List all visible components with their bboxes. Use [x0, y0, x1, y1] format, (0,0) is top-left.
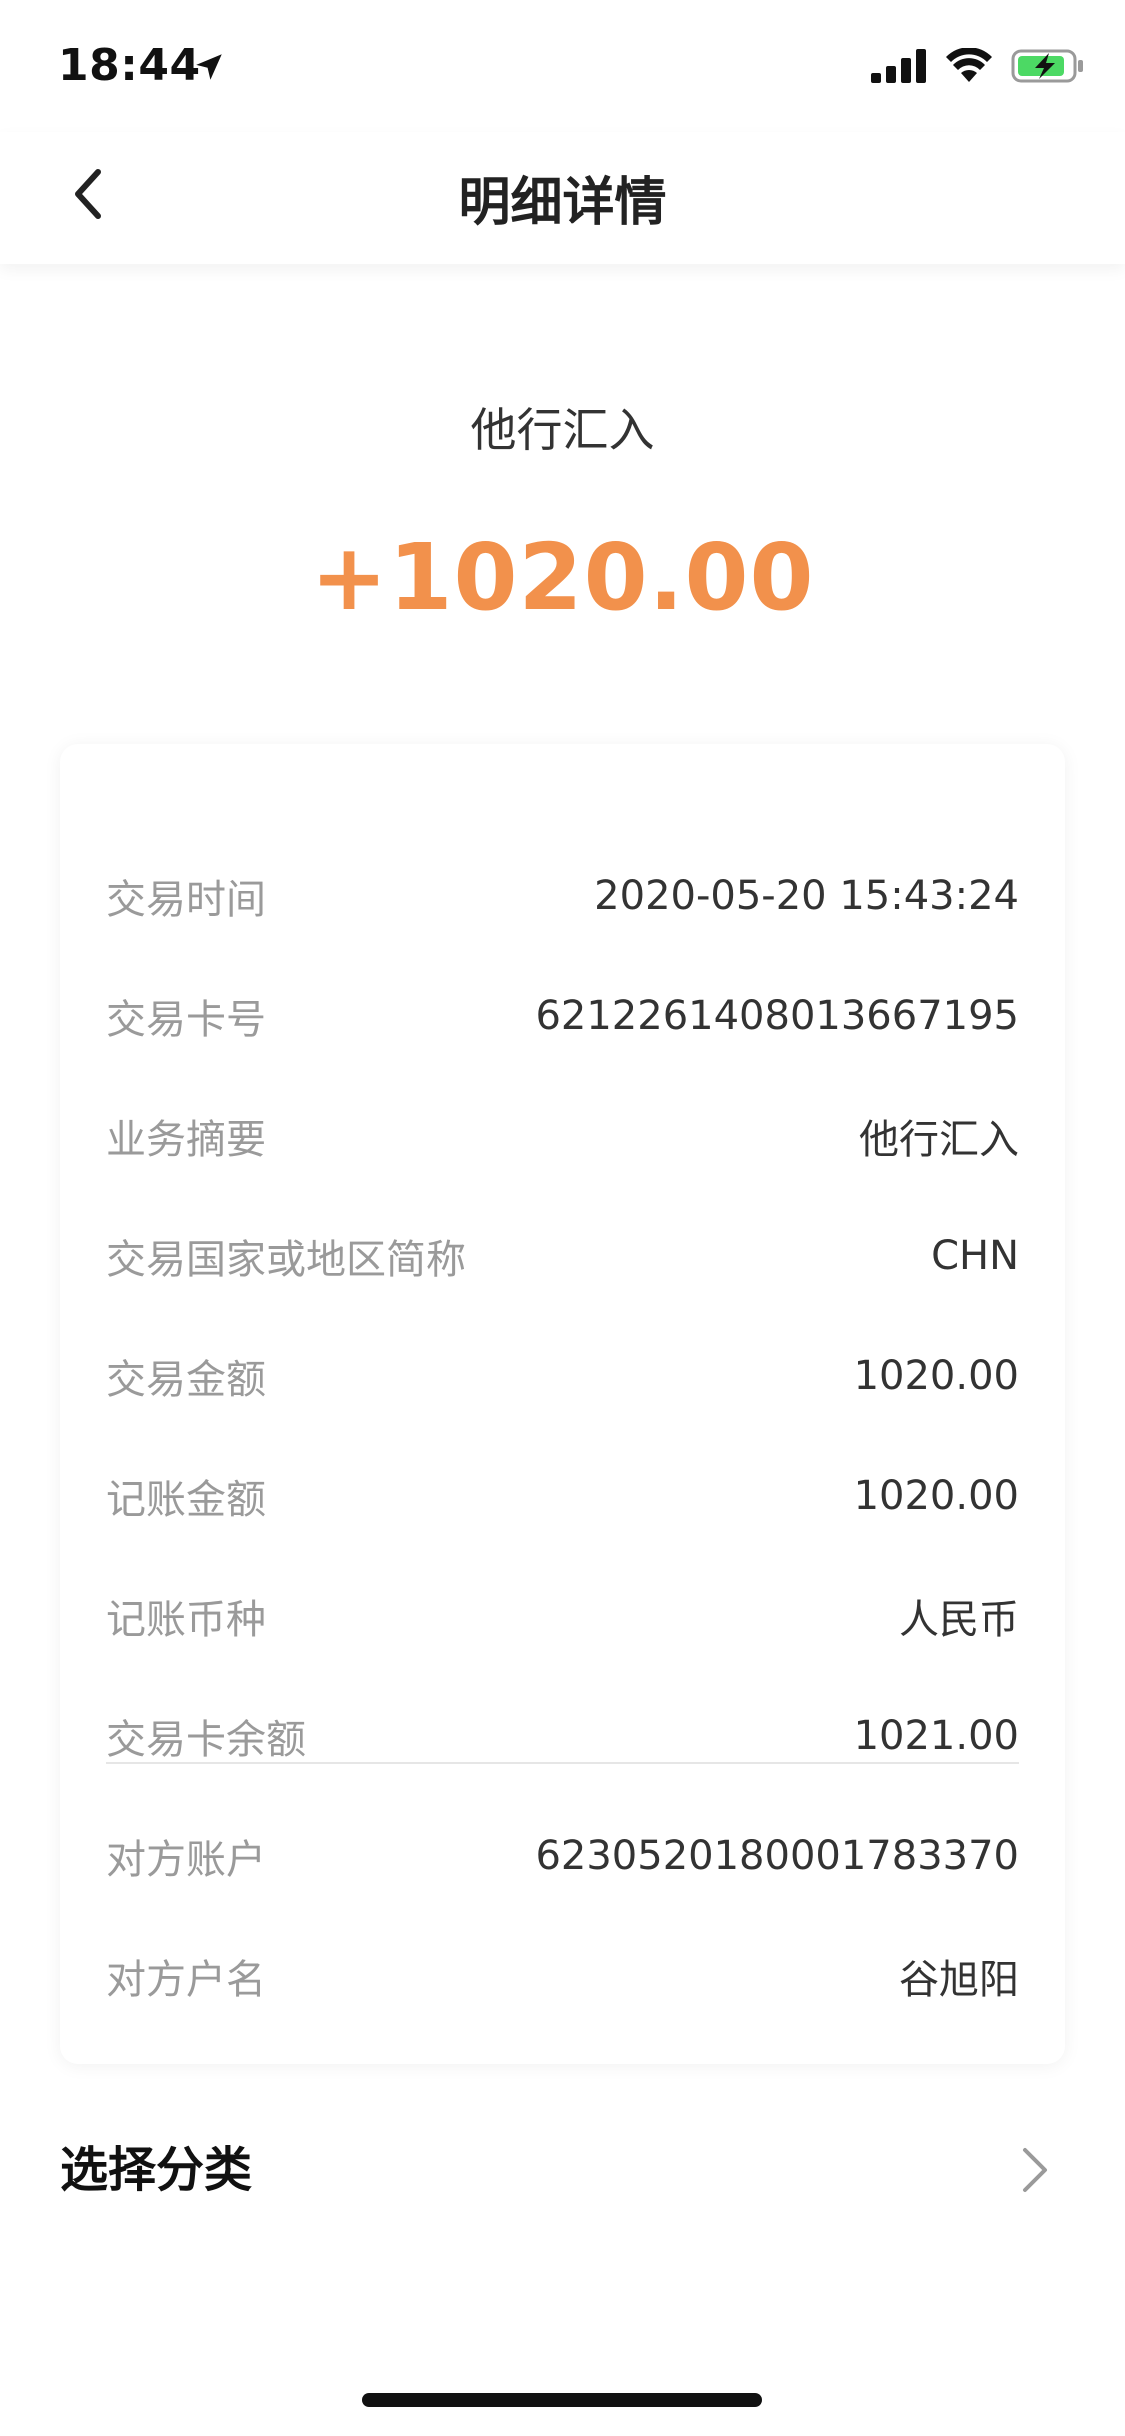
detail-row-transaction-time: 交易时间 2020-05-20 15:43:24 — [106, 866, 1019, 926]
detail-label: 业务摘要 — [106, 1117, 266, 1163]
detail-label: 记账币种 — [106, 1597, 266, 1643]
detail-label: 交易卡号 — [106, 997, 266, 1043]
detail-value: 1020.00 — [853, 1473, 1019, 1519]
detail-label: 对方账户 — [106, 1837, 266, 1883]
cellular-signal-icon — [871, 49, 926, 83]
detail-value: 1021.00 — [853, 1713, 1019, 1759]
transaction-amount: +1020.00 — [310, 524, 815, 631]
detail-value: 1020.00 — [853, 1353, 1019, 1399]
detail-row-currency: 记账币种 人民币 — [106, 1586, 1019, 1646]
transaction-detail-card: 交易时间 2020-05-20 15:43:24 交易卡号 6212261408… — [60, 744, 1065, 2064]
chevron-right-icon — [1023, 2148, 1047, 2192]
detail-label: 交易国家或地区简称 — [106, 1237, 466, 1283]
transaction-header: 他行汇入 +1020.00 — [0, 264, 1125, 744]
detail-label: 对方户名 — [106, 1957, 266, 2003]
transaction-type: 他行汇入 — [470, 403, 655, 457]
detail-row-posting-amount: 记账金额 1020.00 — [106, 1466, 1019, 1526]
detail-row-counterparty-name: 对方户名 谷旭阳 — [106, 1946, 1019, 2006]
wifi-icon — [946, 48, 992, 82]
location-arrow-icon — [196, 54, 222, 80]
status-bar: 18:44 — [0, 0, 1125, 132]
detail-row-transaction-amount: 交易金额 1020.00 — [106, 1346, 1019, 1406]
detail-label: 记账金额 — [106, 1477, 266, 1523]
nav-bar: 明细详情 — [0, 132, 1125, 264]
detail-row-counterparty-account: 对方账户 6230520180001783370 — [106, 1826, 1019, 1886]
detail-value: 2020-05-20 15:43:24 — [594, 873, 1019, 919]
select-category-label: 选择分类 — [60, 2142, 253, 2198]
page-title: 明细详情 — [458, 173, 667, 233]
detail-value: 谷旭阳 — [899, 1957, 1019, 2003]
detail-value: CHN — [931, 1233, 1019, 1279]
battery-charging-icon — [1011, 49, 1083, 83]
status-icons — [871, 48, 1085, 84]
detail-label: 交易时间 — [106, 877, 266, 923]
detail-value: 6212261408013667195 — [535, 993, 1019, 1039]
divider — [106, 1762, 1019, 1764]
detail-row-card-balance: 交易卡余额 1021.00 — [106, 1706, 1019, 1766]
detail-row-summary: 业务摘要 他行汇入 — [106, 1106, 1019, 1166]
detail-row-card-number: 交易卡号 6212261408013667195 — [106, 986, 1019, 1046]
status-time: 18:44 — [58, 40, 201, 91]
detail-row-country: 交易国家或地区简称 CHN — [106, 1226, 1019, 1286]
home-indicator[interactable] — [362, 2393, 762, 2407]
detail-value: 6230520180001783370 — [535, 1833, 1019, 1879]
detail-label: 交易金额 — [106, 1357, 266, 1403]
detail-value: 他行汇入 — [859, 1117, 1019, 1163]
detail-value: 人民币 — [899, 1597, 1019, 1643]
detail-label: 交易卡余额 — [106, 1717, 306, 1763]
select-category-button[interactable]: 选择分类 — [60, 2120, 1065, 2220]
